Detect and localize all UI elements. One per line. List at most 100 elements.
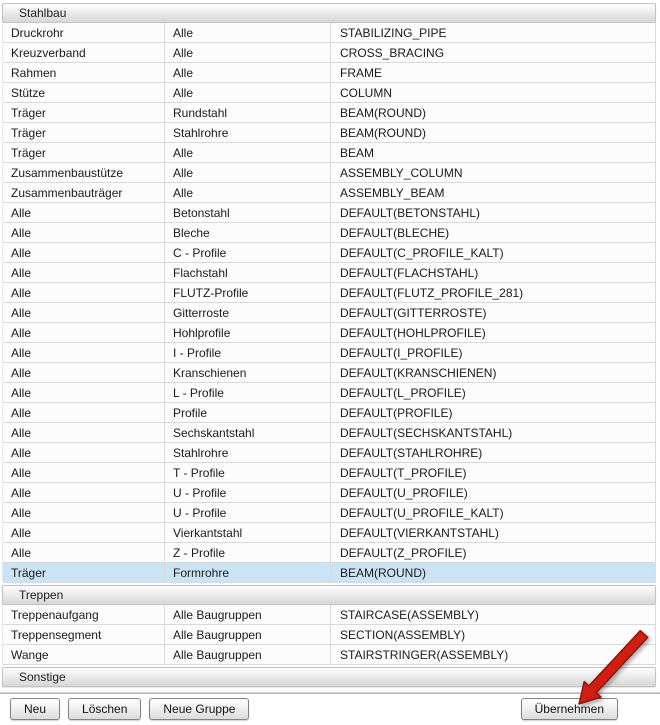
cell-c2: Alle Baugruppen xyxy=(165,605,331,624)
table-row[interactable]: AlleProfileDEFAULT(PROFILE) xyxy=(3,403,655,423)
cell-c3: DEFAULT(FLACHSTAHL) xyxy=(331,263,655,282)
cell-c3: FRAME xyxy=(331,63,655,82)
table-row[interactable]: KreuzverbandAlleCROSS_BRACING xyxy=(3,43,655,63)
delete-button[interactable]: Löschen xyxy=(68,698,141,720)
table-row-selected[interactable]: TrägerFormrohreBEAM(ROUND) xyxy=(3,563,655,583)
cell-c1: Zusammenbauträger xyxy=(3,183,165,202)
table-row[interactable]: TreppenaufgangAlle BaugruppenSTAIRCASE(A… xyxy=(3,605,655,625)
table-row[interactable]: AlleZ - ProfileDEFAULT(Z_PROFILE) xyxy=(3,543,655,563)
table-row[interactable]: TrägerAlleBEAM xyxy=(3,143,655,163)
cell-c2: Sechskantstahl xyxy=(165,423,331,442)
table-row[interactable]: AlleVierkantstahlDEFAULT(VIERKANTSTAHL) xyxy=(3,523,655,543)
table-row[interactable]: AlleSechskantstahlDEFAULT(SECHSKANTSTAHL… xyxy=(3,423,655,443)
cell-c2: Flachstahl xyxy=(165,263,331,282)
cell-c1: Alle xyxy=(3,363,165,382)
cell-c2: Kranschienen xyxy=(165,363,331,382)
table-row[interactable]: AlleT - ProfileDEFAULT(T_PROFILE) xyxy=(3,463,655,483)
group-header-stahlbau[interactable]: Stahlbau xyxy=(2,3,656,23)
table-row[interactable]: TrägerRundstahlBEAM(ROUND) xyxy=(3,103,655,123)
cell-c1: Träger xyxy=(3,563,165,582)
table-row[interactable]: TreppensegmentAlle BaugruppenSECTION(ASS… xyxy=(3,625,655,645)
group-header-sonstige[interactable]: Sonstige xyxy=(2,667,656,687)
cell-c2: Alle xyxy=(165,83,331,102)
cell-c3: CROSS_BRACING xyxy=(331,43,655,62)
cell-c2: Vierkantstahl xyxy=(165,523,331,542)
cell-c3: SECTION(ASSEMBLY) xyxy=(331,625,655,644)
cell-c1: Alle xyxy=(3,463,165,482)
cell-c1: Alle xyxy=(3,283,165,302)
cell-c3: DEFAULT(GITTERROSTE) xyxy=(331,303,655,322)
table-row[interactable]: AlleStahlrohreDEFAULT(STAHLROHRE) xyxy=(3,443,655,463)
left-button-group: Neu Löschen Neue Gruppe xyxy=(10,698,249,720)
table-row[interactable]: AlleFLUTZ-ProfileDEFAULT(FLUTZ_PROFILE_2… xyxy=(3,283,655,303)
cell-c2: Alle xyxy=(165,63,331,82)
table-row[interactable]: AlleFlachstahlDEFAULT(FLACHSTAHL) xyxy=(3,263,655,283)
cell-c1: Kreuzverband xyxy=(3,43,165,62)
cell-c2: Alle Baugruppen xyxy=(165,645,331,664)
cell-c1: Alle xyxy=(3,543,165,562)
cell-c3: COLUMN xyxy=(331,83,655,102)
cell-c1: Alle xyxy=(3,523,165,542)
cell-c1: Alle xyxy=(3,263,165,282)
cell-c2: Alle xyxy=(165,163,331,182)
cell-c1: Alle xyxy=(3,423,165,442)
table-row[interactable]: WangeAlle BaugruppenSTAIRSTRINGER(ASSEMB… xyxy=(3,645,655,665)
cell-c3: DEFAULT(VIERKANTSTAHL) xyxy=(331,523,655,542)
cell-c1: Alle xyxy=(3,223,165,242)
cell-c1: Träger xyxy=(3,143,165,162)
table-row[interactable]: AlleI - ProfileDEFAULT(I_PROFILE) xyxy=(3,343,655,363)
cell-c2: Alle xyxy=(165,23,331,42)
cell-c3: DEFAULT(Z_PROFILE) xyxy=(331,543,655,562)
table-row[interactable]: AlleU - ProfileDEFAULT(U_PROFILE_KALT) xyxy=(3,503,655,523)
cell-c2: U - Profile xyxy=(165,503,331,522)
group-header-label: Stahlbau xyxy=(19,6,66,20)
cell-c1: Alle xyxy=(3,203,165,222)
cell-c2: Profile xyxy=(165,403,331,422)
table-row[interactable]: DruckrohrAlleSTABILIZING_PIPE xyxy=(3,23,655,43)
table-row[interactable]: AlleL - ProfileDEFAULT(L_PROFILE) xyxy=(3,383,655,403)
cell-c1: Zusammenbaustütze xyxy=(3,163,165,182)
cell-c1: Wange xyxy=(3,645,165,664)
cell-c2: Rundstahl xyxy=(165,103,331,122)
cell-c3: DEFAULT(BLECHE) xyxy=(331,223,655,242)
cell-c2: U - Profile xyxy=(165,483,331,502)
cell-c2: T - Profile xyxy=(165,463,331,482)
cell-c1: Alle xyxy=(3,403,165,422)
table-row[interactable]: AlleHohlprofileDEFAULT(HOHLPROFILE) xyxy=(3,323,655,343)
table-row[interactable]: AlleGitterrosteDEFAULT(GITTERROSTE) xyxy=(3,303,655,323)
new-group-button[interactable]: Neue Gruppe xyxy=(149,698,249,720)
table-row[interactable]: StützeAlleCOLUMN xyxy=(3,83,655,103)
cell-c1: Alle xyxy=(3,503,165,522)
table-row[interactable]: AlleBlecheDEFAULT(BLECHE) xyxy=(3,223,655,243)
cell-c1: Treppenaufgang xyxy=(3,605,165,624)
table-row[interactable]: ZusammenbauträgerAlleASSEMBLY_BEAM xyxy=(3,183,655,203)
cell-c2: Bleche xyxy=(165,223,331,242)
group-rows-stahlbau: DruckrohrAlleSTABILIZING_PIPEKreuzverban… xyxy=(2,23,656,583)
cell-c3: DEFAULT(C_PROFILE_KALT) xyxy=(331,243,655,262)
cell-c3: DEFAULT(SECHSKANTSTAHL) xyxy=(331,423,655,442)
table-row[interactable]: AlleC - ProfileDEFAULT(C_PROFILE_KALT) xyxy=(3,243,655,263)
cell-c1: Stütze xyxy=(3,83,165,102)
table-row[interactable]: AlleU - ProfileDEFAULT(U_PROFILE) xyxy=(3,483,655,503)
table-row[interactable]: RahmenAlleFRAME xyxy=(3,63,655,83)
cell-c3: BEAM(ROUND) xyxy=(331,103,655,122)
cell-c1: Alle xyxy=(3,323,165,342)
cell-c3: DEFAULT(HOHLPROFILE) xyxy=(331,323,655,342)
cell-c2: Alle xyxy=(165,143,331,162)
cell-c3: BEAM(ROUND) xyxy=(331,563,655,582)
table-row[interactable]: TrägerStahlrohreBEAM(ROUND) xyxy=(3,123,655,143)
cell-c3: ASSEMBLY_COLUMN xyxy=(331,163,655,182)
new-button[interactable]: Neu xyxy=(10,698,60,720)
table-row[interactable]: AlleBetonstahlDEFAULT(BETONSTAHL) xyxy=(3,203,655,223)
group-header-treppen[interactable]: Treppen xyxy=(2,585,656,605)
cell-c2: Stahlrohre xyxy=(165,443,331,462)
footer-toolbar: Neu Löschen Neue Gruppe Übernehmen xyxy=(0,698,660,724)
cell-c2: FLUTZ-Profile xyxy=(165,283,331,302)
table-row[interactable]: ZusammenbaustützeAlleASSEMBLY_COLUMN xyxy=(3,163,655,183)
cell-c2: Alle Baugruppen xyxy=(165,625,331,644)
apply-button[interactable]: Übernehmen xyxy=(521,698,618,720)
table-row[interactable]: AlleKranschienenDEFAULT(KRANSCHIENEN) xyxy=(3,363,655,383)
cell-c3: STAIRSTRINGER(ASSEMBLY) xyxy=(331,645,655,664)
group-header-label: Sonstige xyxy=(19,670,66,684)
cell-c3: DEFAULT(PROFILE) xyxy=(331,403,655,422)
